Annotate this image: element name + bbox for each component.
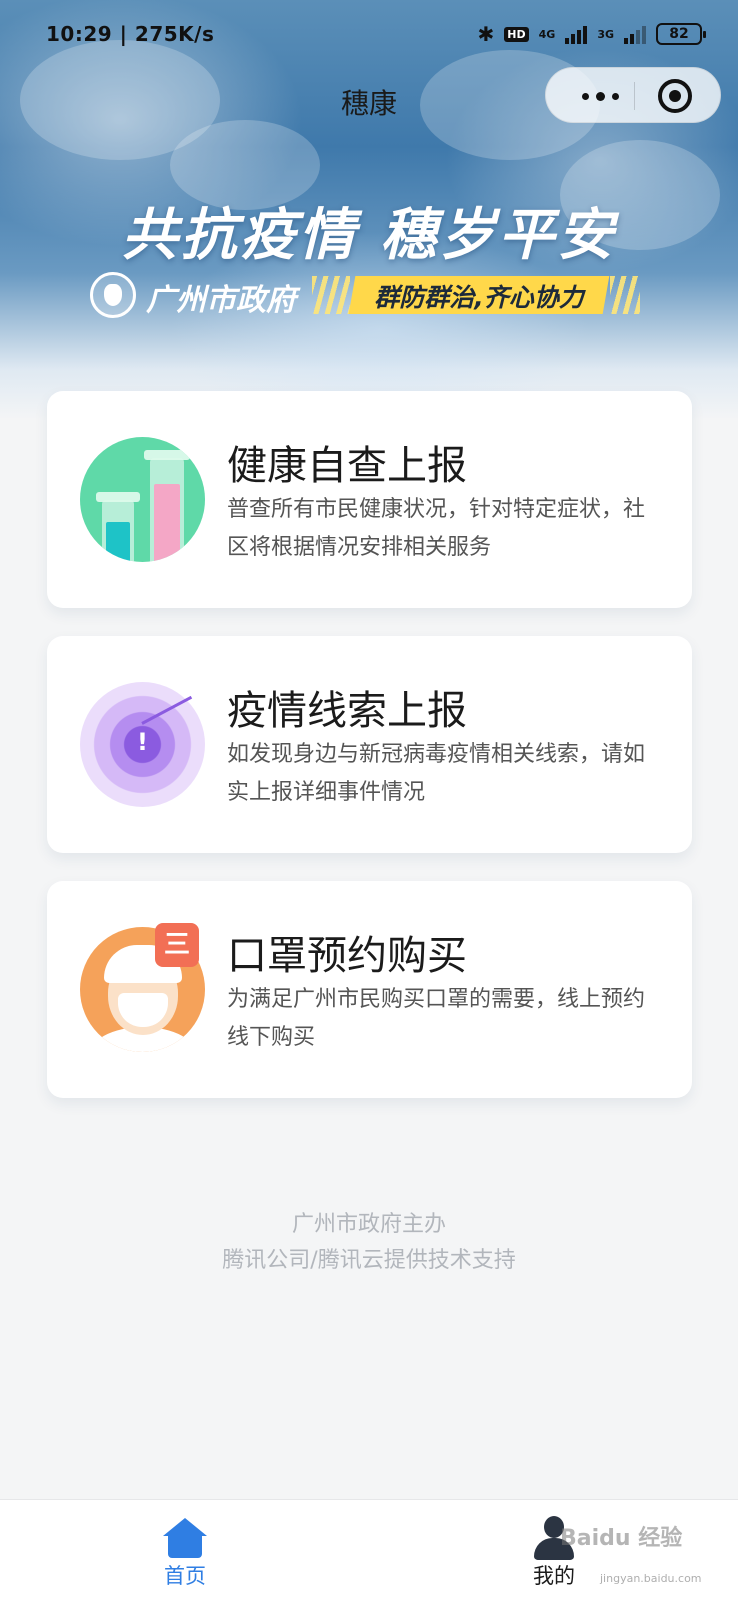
- miniprogram-capsule: [545, 67, 721, 123]
- government-name: 广州市政府: [146, 283, 296, 318]
- more-button[interactable]: [568, 68, 632, 124]
- radar-alert-icon: !: [80, 682, 205, 807]
- mask-reservation-card[interactable]: 三 口罩预约购买 为满足广州市民购买口罩的需要，线上预约线下购买: [47, 881, 692, 1098]
- credits-host: 广州市政府主办: [291, 1212, 446, 1237]
- battery-icon: 82: [656, 23, 706, 45]
- card-title: 健康自查上报: [227, 443, 467, 489]
- health-report-card[interactable]: 健康自查上报 普查所有市民健康状况，针对特定症状，社区将根据情况安排相关服务: [47, 391, 692, 608]
- status-bar: 10:29 | 275K/s ✱ HD 4G 3G 82: [0, 0, 738, 70]
- tab-home[interactable]: 首页: [125, 1500, 245, 1600]
- clue-report-card[interactable]: ! 疫情线索上报 如发现身边与新冠病毒疫情相关线索，请如实上报详细事件情况: [47, 636, 692, 853]
- network-speed: 275K/s: [134, 22, 215, 46]
- stripe-decoration: [610, 276, 640, 314]
- baidu-watermark: Baidu 经验: [560, 1526, 683, 1551]
- more-dot-icon: [611, 92, 619, 100]
- signal-4g-icon: [565, 24, 588, 44]
- signal-label-3g: 3G: [597, 27, 614, 41]
- baidu-watermark-url: jingyan.baidu.com: [600, 1572, 702, 1585]
- credits-tech-support: 腾讯公司/腾讯云提供技术支持: [222, 1248, 516, 1273]
- government-emblem-icon: [90, 272, 136, 318]
- status-time: 10:29 | 275K/s: [46, 22, 214, 46]
- bluetooth-icon: ✱: [477, 22, 495, 46]
- card-title: 口罩预约购买: [227, 933, 467, 979]
- separator: |: [119, 22, 135, 46]
- signal-label-4g: 4G: [538, 27, 556, 41]
- capsule-divider: [634, 82, 635, 110]
- banner-slogan: 共抗疫情 穗岁平安: [121, 203, 617, 268]
- tube-right: [144, 450, 190, 562]
- tube-left: [96, 492, 140, 562]
- tab-mine-label: 我的: [533, 1564, 575, 1588]
- tab-home-label: 首页: [164, 1564, 206, 1588]
- test-tube-icon: [80, 437, 205, 562]
- list-badge-icon: 三: [155, 923, 199, 967]
- credits: 广州市政府主办 腾讯公司/腾讯云提供技术支持: [0, 1207, 738, 1279]
- home-icon: [163, 1518, 207, 1558]
- card-title: 疫情线索上报: [227, 688, 467, 734]
- more-dot-icon: [595, 91, 605, 101]
- banner-motto: 群防群治,齐心协力: [374, 283, 584, 312]
- card-description: 如发现身边与新冠病毒疫情相关线索，请如实上报详细事件情况: [227, 742, 646, 805]
- government-row: 广州市政府 群防群治,齐心协力: [90, 272, 650, 318]
- hd-badge: HD: [504, 26, 529, 42]
- signal-3g-icon: [624, 24, 646, 44]
- more-dot-icon: [581, 92, 589, 100]
- status-icons: ✱ HD 4G 3G 82: [477, 20, 706, 48]
- radar-beam: [141, 695, 193, 725]
- stripe-decoration: [312, 276, 350, 314]
- alert-mark: !: [137, 728, 148, 756]
- card-description: 普查所有市民健康状况，针对特定症状，社区将根据情况安排相关服务: [227, 497, 646, 560]
- clock: 10:29: [46, 22, 113, 46]
- card-description: 为满足广州市民购买口罩的需要，线上预约线下购买: [227, 987, 646, 1050]
- close-target-button[interactable]: [658, 79, 692, 113]
